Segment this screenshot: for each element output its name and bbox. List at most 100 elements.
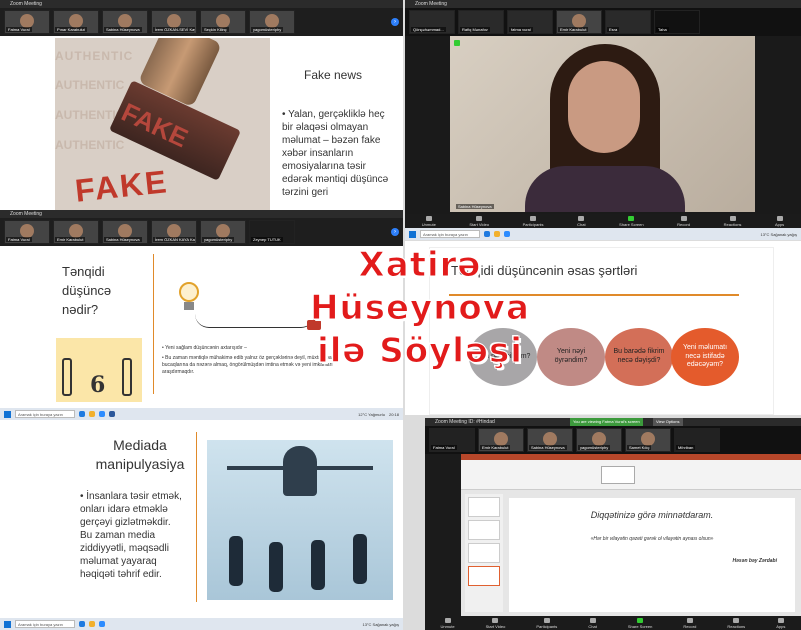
- participant-tile[interactable]: yagomüsteriphy: [249, 10, 295, 34]
- slide-heading: Diqqətinizə görə minnətdaram.: [590, 510, 714, 520]
- screen-share-banner: You are viewing Fatma Vural's screen: [570, 418, 643, 426]
- chat-button[interactable]: Chat: [577, 215, 586, 227]
- participants-button[interactable]: Participants: [523, 215, 544, 227]
- share-screen-button[interactable]: Share Screen: [628, 617, 652, 629]
- fake-stamp-image: AUTHENTIC AUTHENTIC AUTHENTIC AUTHENTIC …: [55, 38, 270, 210]
- participant-tile[interactable]: fatma vural: [507, 10, 553, 34]
- weather-status: 13°C Sağanak yağış: [362, 621, 399, 627]
- participant-tile[interactable]: İrem ÖZKAN-SEVİ Kaya: [151, 10, 197, 34]
- powerpoint-window: Diqqətinizə görə minnətdaram. «Hər bir v…: [461, 454, 801, 616]
- condition-circle-4: Yeni məlumatı necə istifadə edəcəyəm?: [671, 328, 739, 386]
- start-video-button[interactable]: Start Video: [469, 215, 489, 227]
- window-title: Zoom Meeting: [0, 0, 403, 8]
- apps-button[interactable]: Apps: [776, 617, 785, 629]
- zoom-toolbar: Unmute Start Video Participants Chat Sha…: [425, 616, 801, 630]
- participant-tile[interactable]: Esra: [605, 10, 651, 34]
- zoom-window-speaker: Zoom Meeting Qönçəhəmmad... Rafiq Mənafo…: [405, 0, 801, 228]
- participant-tile[interactable]: Pınar Karabulut: [53, 10, 99, 34]
- slide-bullet: • İnsanlara təsir etmək, onları idarə et…: [80, 491, 182, 580]
- speaker-shirt: [525, 166, 685, 212]
- slide-thumb[interactable]: [468, 520, 500, 540]
- puppet-figure: [353, 534, 367, 584]
- overlay-title-line3: ilə Söyləşi: [317, 331, 523, 372]
- puppeteer-figure: [283, 446, 317, 496]
- speaker-face: [568, 61, 640, 153]
- record-button[interactable]: Record: [677, 215, 690, 227]
- folder-icon[interactable]: [89, 411, 95, 417]
- folder-icon[interactable]: [89, 621, 95, 627]
- view-options-button[interactable]: View Options: [653, 418, 683, 426]
- vertical-divider: [153, 254, 154, 394]
- participants-button[interactable]: Participants: [536, 617, 557, 629]
- participant-tile[interactable]: Taha: [654, 10, 700, 34]
- windows-start-icon[interactable]: [409, 230, 416, 238]
- taskbar-search-input[interactable]: Aramak için buraya yazın: [420, 230, 480, 238]
- weather-status: 13°C Sağanak yağış: [760, 231, 797, 237]
- participant-strip: Fatma Vural Emir Karabulut Sabina Hüseyn…: [0, 218, 403, 246]
- zoom-icon[interactable]: [99, 411, 105, 417]
- mic-muted-icon: [454, 40, 460, 46]
- folder-icon[interactable]: [494, 231, 500, 237]
- participant-tile[interactable]: İrem ÖZKAN KAYA Kaya: [151, 220, 197, 244]
- windows-start-icon[interactable]: [4, 620, 11, 628]
- next-page-icon[interactable]: ›: [391, 228, 399, 236]
- slide-title: Fake news: [304, 68, 363, 82]
- word-icon[interactable]: [109, 411, 115, 417]
- participant-tile[interactable]: Samet Kılıç: [625, 428, 671, 452]
- cartoon-image: 6: [56, 338, 142, 402]
- windows-taskbar: Aramak için buraya yazın 13°C Sağanak ya…: [405, 228, 801, 240]
- speaker-video: Sabina Hüseynova: [450, 36, 755, 212]
- start-video-button[interactable]: Start Video: [486, 617, 505, 629]
- unmute-button[interactable]: Unmute: [441, 617, 455, 629]
- reactions-button[interactable]: Reactions: [727, 617, 745, 629]
- slide-title: Tənqidi düşüncə nədir?: [62, 264, 112, 317]
- taskbar-search-input[interactable]: Aramak için buraya yazın: [15, 410, 75, 418]
- puppet-figure: [311, 540, 325, 590]
- windows-start-icon[interactable]: [4, 410, 11, 418]
- participant-tile[interactable]: Emir Karabulut: [478, 428, 524, 452]
- edge-icon[interactable]: [484, 231, 490, 237]
- fake-ink-text: FAKE: [73, 163, 170, 209]
- overlay-title-line2: Hüseynova: [310, 288, 530, 329]
- window-title: Zoom Meeting: [405, 0, 801, 8]
- ppt-slide-canvas: Diqqətinizə görə minnətdaram. «Hər bir v…: [509, 498, 795, 612]
- record-button[interactable]: Record: [683, 617, 696, 629]
- puppet-illustration: [207, 440, 393, 600]
- slide-thumb[interactable]: [468, 497, 500, 517]
- participant-tile[interactable]: Fatma Vural: [429, 428, 475, 452]
- participant-tile[interactable]: Fatma Vural: [4, 10, 50, 34]
- zoom-icon[interactable]: [504, 231, 510, 237]
- chat-button[interactable]: Chat: [588, 617, 597, 629]
- puppet-figure: [269, 542, 283, 592]
- next-page-icon[interactable]: ›: [391, 18, 399, 26]
- zoom-toolbar: Unmute Start Video Participants Chat Sha…: [405, 214, 801, 228]
- participant-tile[interactable]: Fatma Vural: [4, 220, 50, 244]
- edge-icon[interactable]: [79, 411, 85, 417]
- zoom-icon[interactable]: [99, 621, 105, 627]
- slide-thumb-selected[interactable]: [468, 566, 500, 586]
- share-screen-button[interactable]: Share Screen: [619, 215, 644, 227]
- slide-thumbnail-pane: [465, 494, 503, 612]
- apps-button[interactable]: Apps: [775, 215, 784, 227]
- reactions-button[interactable]: Reactions: [724, 215, 741, 227]
- participant-tile[interactable]: Emir Karabulut: [556, 10, 602, 34]
- slide-title: Mediada manipulyasiya: [95, 437, 185, 472]
- slide-thumb[interactable]: [468, 543, 500, 563]
- participant-tile[interactable]: Sabina Hüseynova: [102, 220, 148, 244]
- participant-tile[interactable]: Mihriban: [674, 428, 720, 452]
- participant-tile[interactable]: Sabina Hüseynova: [102, 10, 148, 34]
- self-name-label: Sabina Hüseynova: [456, 204, 494, 209]
- taskbar-search-input[interactable]: Aramak için buraya yazın: [15, 620, 75, 628]
- participant-tile[interactable]: Zeynep TUTUK: [249, 220, 295, 244]
- participant-tile[interactable]: Emir Karabulut: [53, 220, 99, 244]
- slide-author: Həsən bəy Zərdabi: [732, 558, 777, 564]
- participant-tile[interactable]: Seçkin Kilinç: [200, 10, 246, 34]
- participant-tile[interactable]: yagomüsteriphy: [576, 428, 622, 452]
- participant-tile[interactable]: Qönçəhəmmad...: [409, 10, 455, 34]
- participant-tile[interactable]: Sabina Hüseynova: [527, 428, 573, 452]
- participant-strip: Fatma Vural Emir Karabulut Sabina Hüseyn…: [425, 426, 801, 454]
- participant-tile[interactable]: Rafiq Mənafov: [458, 10, 504, 34]
- unmute-button[interactable]: Unmute: [422, 215, 436, 227]
- edge-icon[interactable]: [79, 621, 85, 627]
- participant-tile[interactable]: yagomüsteriphy: [200, 220, 246, 244]
